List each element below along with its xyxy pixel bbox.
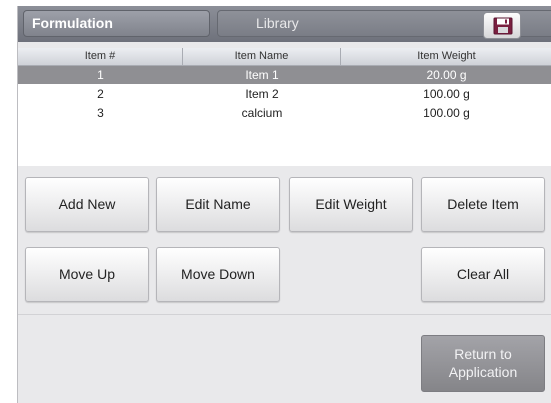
save-button[interactable]	[483, 12, 521, 39]
divider	[18, 314, 551, 315]
table-row[interactable]: 2 Item 2 100.00 g	[18, 85, 551, 103]
column-header-item-number: Item #	[18, 48, 183, 65]
item-weight-cell: 100.00 g	[423, 106, 470, 120]
item-number-cell: 3	[97, 106, 104, 120]
delete-item-button[interactable]: Delete Item	[421, 177, 545, 232]
add-new-button[interactable]: Add New	[25, 177, 149, 232]
edit-name-button[interactable]: Edit Name	[156, 177, 280, 232]
item-weight-cell: 100.00 g	[423, 87, 470, 101]
clear-all-button[interactable]: Clear All	[421, 247, 545, 302]
move-down-button[interactable]: Move Down	[156, 247, 280, 302]
top-bar: Formulation Library	[18, 6, 551, 42]
tab-formulation[interactable]: Formulation	[23, 10, 210, 37]
table-header: Item # Item Name Item Weight	[18, 48, 551, 66]
item-number-cell: 2	[97, 87, 104, 101]
column-header-item-name: Item Name	[183, 48, 341, 65]
column-header-item-weight: Item Weight	[417, 50, 476, 62]
return-label-line2: Application	[448, 364, 518, 380]
item-name-cell: Item 2	[245, 87, 279, 101]
item-number-cell: 1	[97, 68, 104, 82]
formulation-screen: Formulation Library Item # Item Name Ite…	[17, 6, 551, 403]
item-name-cell: Item 1	[245, 68, 279, 82]
move-up-button[interactable]: Move Up	[25, 247, 149, 302]
table-row[interactable]: 3 calcium 100.00 g	[18, 104, 551, 122]
return-to-application-button[interactable]: Return to Application	[421, 335, 545, 392]
return-label-line1: Return to	[454, 346, 512, 362]
edit-weight-button[interactable]: Edit Weight	[289, 177, 413, 232]
table-row[interactable]: 1 Item 1 20.00 g	[18, 66, 551, 84]
item-weight-cell: 20.00 g	[426, 68, 467, 82]
item-table: Item # Item Name Item Weight 1 Item 1 20…	[18, 48, 551, 166]
save-icon	[493, 17, 513, 35]
item-name-cell: calcium	[241, 106, 283, 120]
